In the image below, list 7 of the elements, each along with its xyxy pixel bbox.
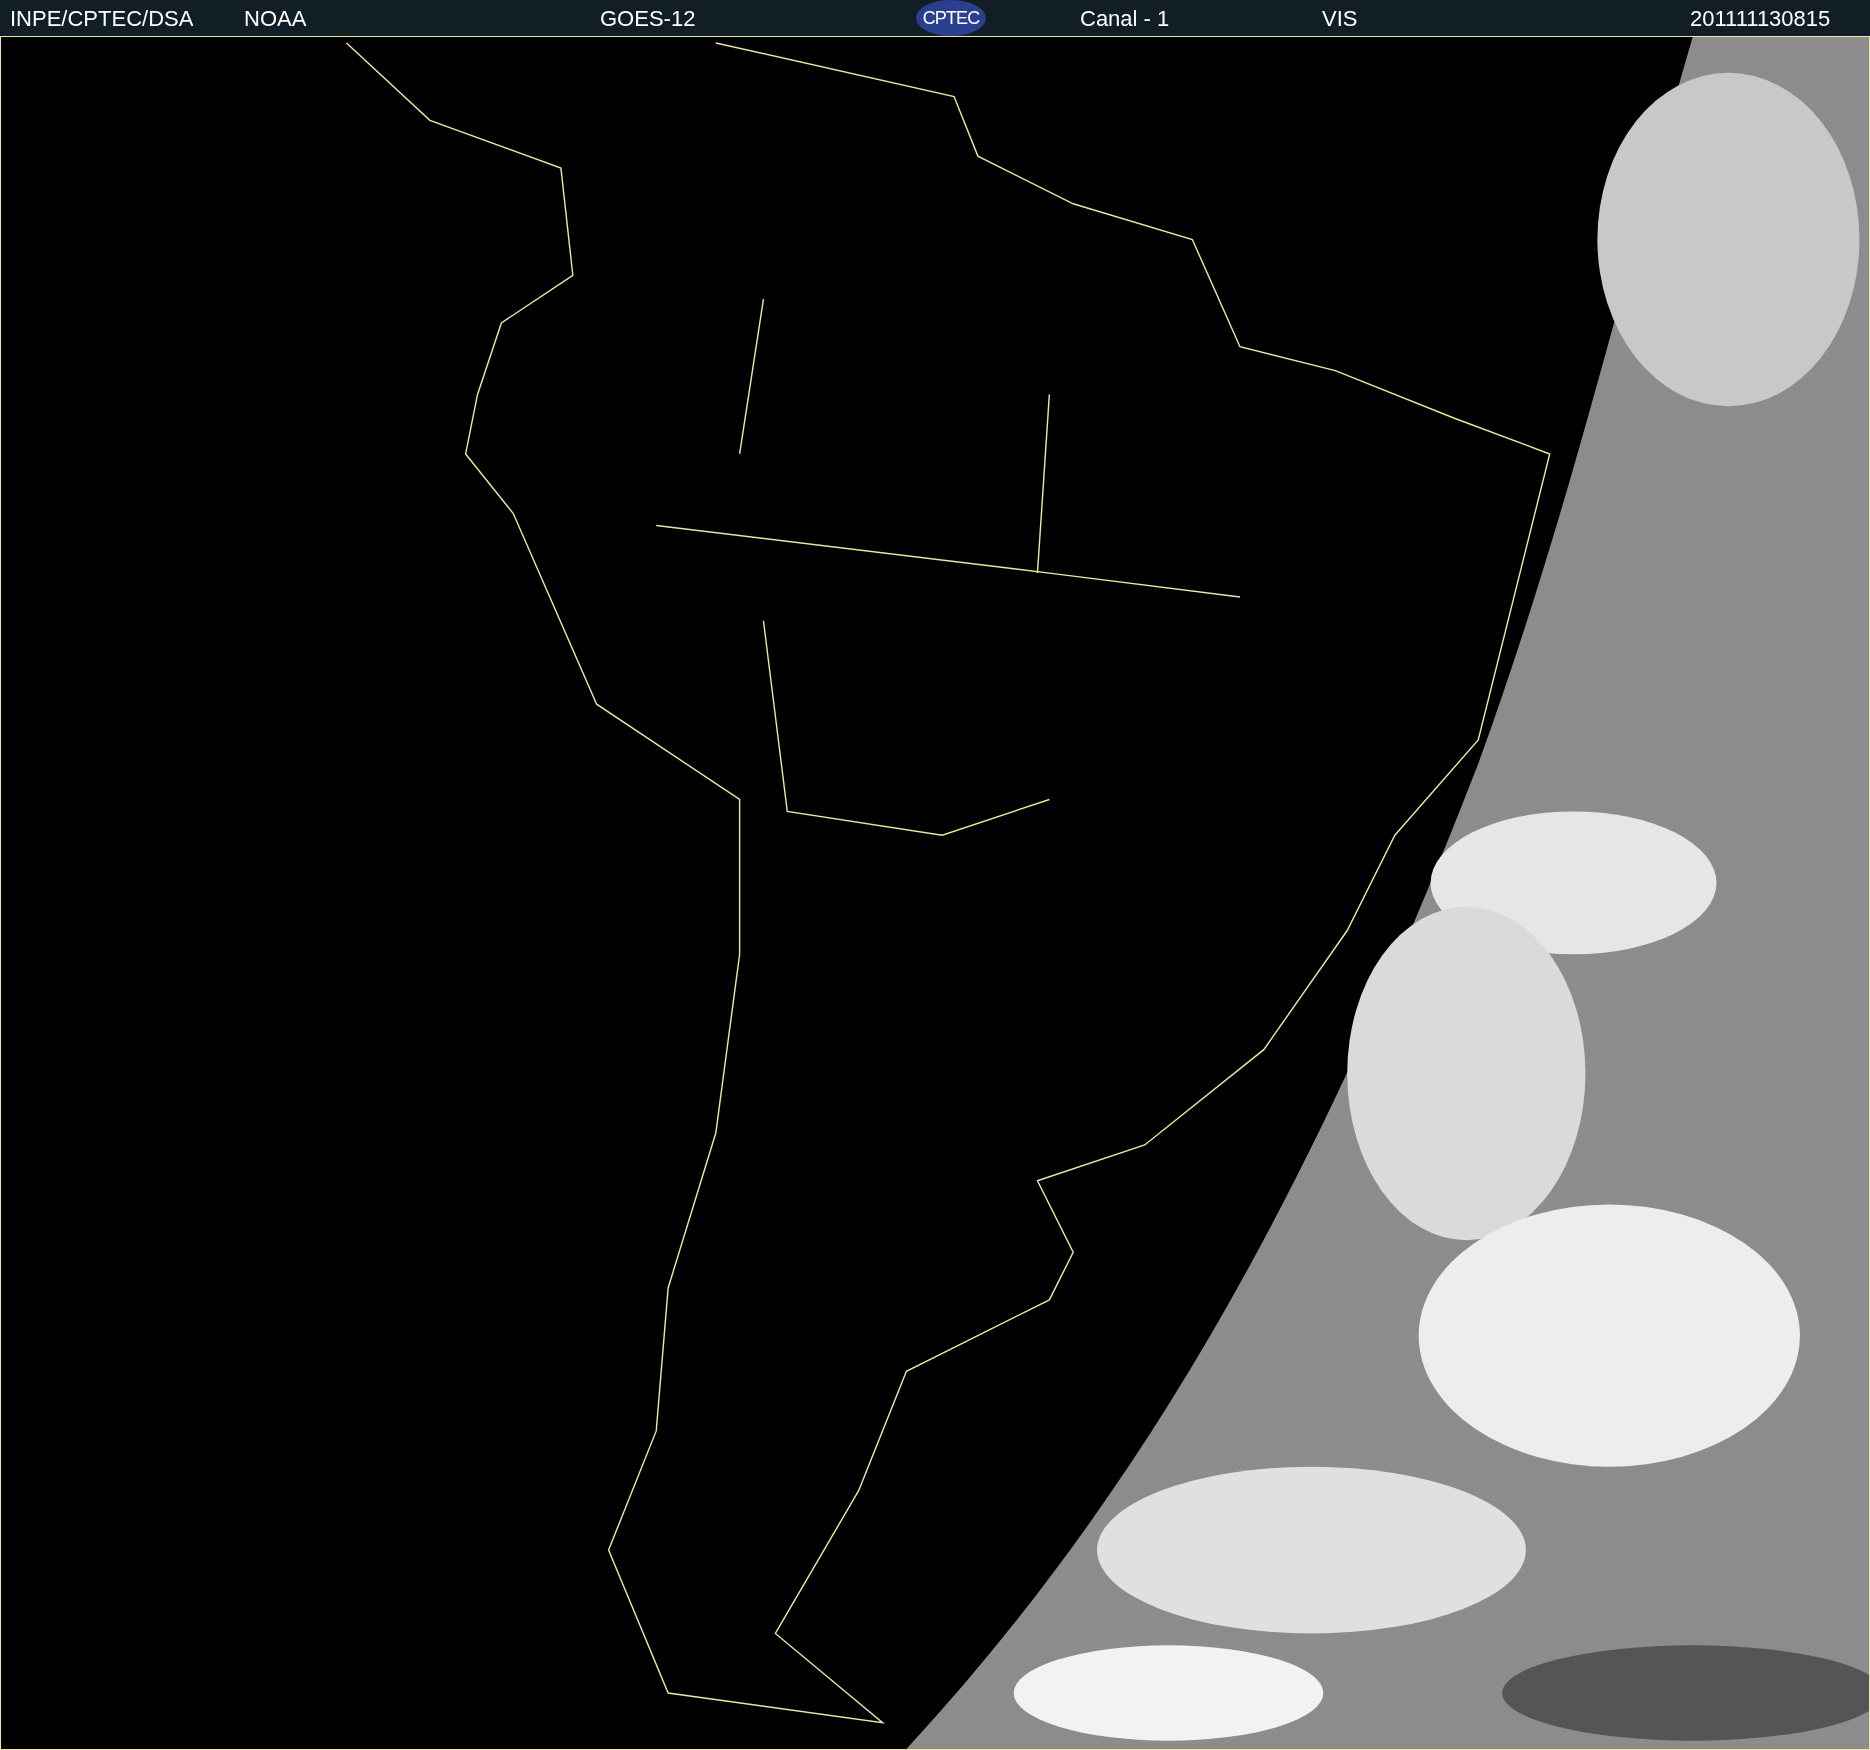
header-label: INPE/CPTEC/DSA bbox=[10, 4, 194, 33]
header-label: NOAA bbox=[244, 4, 307, 33]
header-label: GOES-12 bbox=[600, 4, 696, 33]
header-label: VIS bbox=[1322, 4, 1358, 33]
header-label: 201111130815 bbox=[1690, 4, 1831, 33]
logo: CPTEC bbox=[916, 0, 986, 36]
header-label: Canal - 1 bbox=[1080, 4, 1170, 33]
